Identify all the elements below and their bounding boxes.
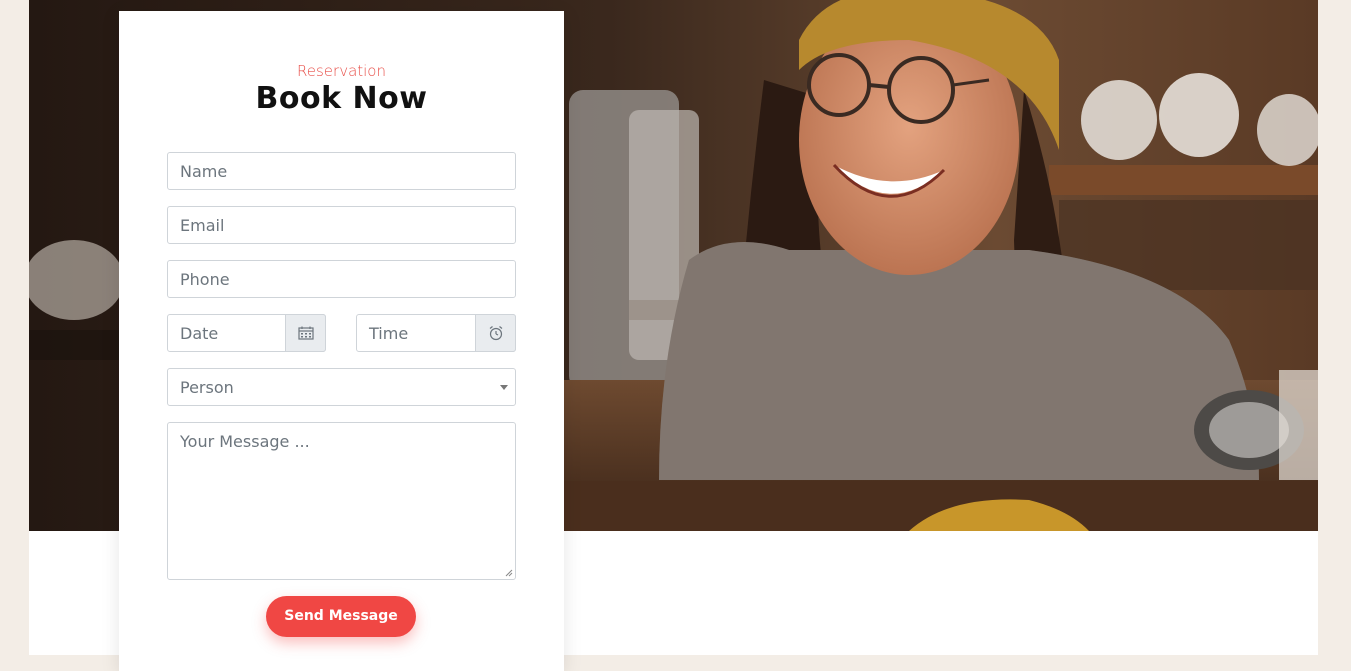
reservation-eyebrow: Reservation: [297, 62, 386, 80]
page-content: Reservation Book Now Name Email Phone Da…: [29, 0, 1318, 671]
name-field[interactable]: Name: [167, 152, 516, 190]
phone-placeholder: Phone: [180, 270, 230, 289]
message-placeholder: Your Message ...: [180, 432, 310, 451]
reservation-card: Reservation Book Now Name Email Phone Da…: [119, 11, 564, 671]
book-now-title: Book Now: [255, 81, 428, 116]
send-message-button[interactable]: Send Message: [266, 596, 416, 637]
alarm-clock-icon: [489, 326, 502, 341]
person-select[interactable]: Person: [167, 368, 516, 406]
calendar-icon: [297, 326, 314, 340]
date-placeholder: Date: [180, 324, 219, 343]
chevron-down-icon: [500, 385, 508, 390]
name-placeholder: Name: [180, 162, 228, 181]
message-textarea[interactable]: Your Message ...: [167, 422, 516, 580]
person-selected-value: Person: [180, 378, 234, 397]
date-picker-button[interactable]: [285, 314, 326, 352]
time-picker-button[interactable]: [475, 314, 516, 352]
email-field[interactable]: Email: [167, 206, 516, 244]
time-field[interactable]: Time: [356, 314, 516, 352]
time-placeholder: Time: [369, 324, 409, 343]
date-field[interactable]: Date: [167, 314, 326, 352]
email-placeholder: Email: [180, 216, 225, 235]
phone-field[interactable]: Phone: [167, 260, 516, 298]
resize-grip-icon[interactable]: [505, 569, 513, 577]
